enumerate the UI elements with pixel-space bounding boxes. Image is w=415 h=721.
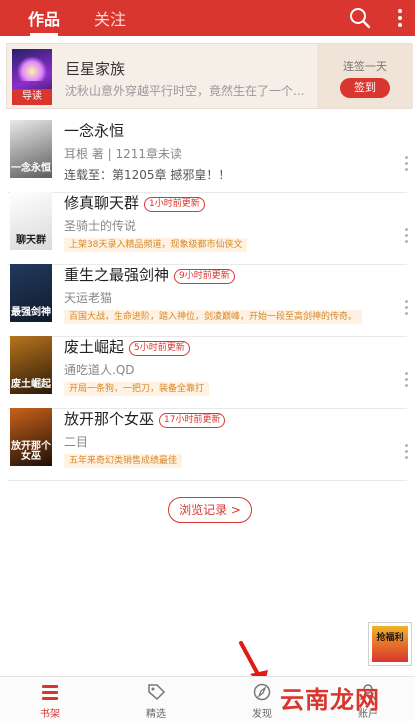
nav-bookshelf[interactable]: 书架 xyxy=(0,677,100,721)
gift-icon: 抢福利 xyxy=(372,626,408,662)
promo-label: 抢福利 xyxy=(376,633,404,643)
book-cover[interactable]: 一念永恒 xyxy=(10,120,52,178)
nav-label: 精选 xyxy=(146,709,166,720)
guide-label: 导读 xyxy=(12,89,52,105)
update-badge: 1小时前更新 xyxy=(144,197,205,212)
banner-title: 巨星家族 xyxy=(65,60,126,78)
banner-description: 沈秋山意外穿越平行时空，竟然生在了一个... xyxy=(65,84,305,98)
tab-follow[interactable]: 关注 xyxy=(94,6,126,30)
book-author: 二目 xyxy=(64,435,89,449)
cover-text: 废土崛起 xyxy=(11,379,51,390)
top-bar: 作品 关注 xyxy=(0,0,415,36)
book-row[interactable]: 放开那个女巫 放开那个女巫 17小时前更新 二目 五年来奇幻类销售成绩最佳 xyxy=(0,408,415,481)
book-title: 一念永恒 xyxy=(64,122,125,140)
bookshelf-icon xyxy=(42,685,58,700)
browse-history-button[interactable]: 浏览记录 > xyxy=(168,497,252,523)
book-cover[interactable]: 放开那个女巫 xyxy=(10,408,52,466)
book-title: 放开那个女巫 17小时前更新 xyxy=(64,408,226,429)
book-author: 圣骑士的传说 xyxy=(64,219,137,233)
book-title: 修真聊天群 1小时前更新 xyxy=(64,192,205,213)
book-tagline: 开局一条狗，一把刀，装备全靠打 xyxy=(64,382,210,396)
update-badge: 17小时前更新 xyxy=(159,413,226,428)
featured-tag-icon xyxy=(148,684,166,701)
book-cover[interactable]: 最强剑神 xyxy=(10,264,52,322)
tab-works[interactable]: 作品 xyxy=(28,6,60,36)
featured-banner[interactable]: 导读 巨星家族 沈秋山意外穿越平行时空，竟然生在了一个... 连签一天 签到 xyxy=(6,43,413,109)
book-tagline: 上架38天录入精品频道，现象级都市仙侠文 xyxy=(64,238,248,252)
compass-icon xyxy=(253,683,271,701)
book-author: 天运老猫 xyxy=(64,291,113,305)
book-row[interactable]: 废土崛起 废土崛起 5小时前更新 通吃道人.QD 开局一条狗，一把刀，装备全靠打 xyxy=(0,336,415,409)
cover-text: 最强剑神 xyxy=(11,307,51,318)
book-row[interactable]: 最强剑神 重生之最强剑神 9小时前更新 天运老猫 百国大战，生命进阶，踏入神位，剑… xyxy=(0,264,415,337)
update-badge: 9小时前更新 xyxy=(174,269,235,284)
book-tagline: 五年来奇幻类销售成绩最佳 xyxy=(64,454,183,468)
more-options-icon[interactable] xyxy=(401,444,411,464)
update-badge: 5小时前更新 xyxy=(129,341,190,356)
nav-featured[interactable]: 精选 xyxy=(106,677,206,721)
book-progress: 连载至：第1205章 撼邪皇！！ xyxy=(64,168,231,182)
book-title: 废土崛起 5小时前更新 xyxy=(64,336,190,357)
book-author: 耳根 著 | 1211章未读 xyxy=(64,147,183,161)
cover-text: 聊天群 xyxy=(16,235,46,246)
book-row[interactable]: 一念永恒 一念永恒 耳根 著 | 1211章未读 连载至：第1205章 撼邪皇！… xyxy=(0,120,415,193)
banner-book-cover[interactable]: 导读 xyxy=(12,49,52,105)
more-options-icon[interactable] xyxy=(401,228,411,248)
cover-text: 一念永恒 xyxy=(11,163,51,174)
promo-float-button[interactable]: 抢福利 xyxy=(368,622,412,666)
more-vertical-icon[interactable] xyxy=(393,6,407,30)
search-icon[interactable] xyxy=(348,6,372,30)
watermark-logo: 云南龙网 xyxy=(280,686,380,714)
sign-in-button[interactable]: 签到 xyxy=(340,78,390,98)
book-tagline: 百国大战，生命进阶，踏入神位，剑凌巅峰，开始一段至高剑神的传奇。 xyxy=(64,310,363,324)
more-options-icon[interactable] xyxy=(401,156,411,176)
book-author: 通吃道人.QD xyxy=(64,363,135,377)
sign-in-panel: 连签一天 签到 xyxy=(317,44,413,108)
book-row[interactable]: 聊天群 修真聊天群 1小时前更新 圣骑士的传说 上架38天录入精品频道，现象级都市… xyxy=(0,192,415,265)
nav-label: 书架 xyxy=(40,709,60,720)
more-options-icon[interactable] xyxy=(401,300,411,320)
more-options-icon[interactable] xyxy=(401,372,411,392)
cover-text: 放开那个女巫 xyxy=(11,441,51,462)
book-cover[interactable]: 聊天群 xyxy=(10,192,52,250)
sign-streak-label: 连签一天 xyxy=(343,60,387,73)
book-title: 重生之最强剑神 9小时前更新 xyxy=(64,264,235,285)
book-cover[interactable]: 废土崛起 xyxy=(10,336,52,394)
